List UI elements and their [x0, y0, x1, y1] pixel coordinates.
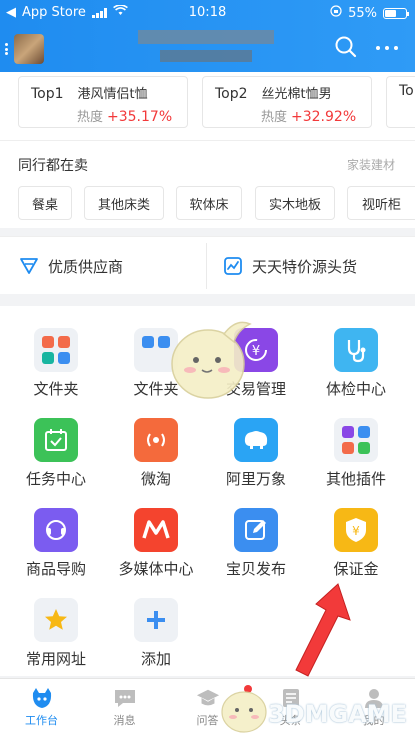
- quality-supplier-link[interactable]: 优质供应商: [18, 237, 123, 295]
- peer-chip[interactable]: 视听柜: [347, 186, 415, 220]
- app-label: 保证金: [333, 560, 379, 578]
- app-media-center[interactable]: 多媒体中心: [104, 508, 208, 579]
- media-m-icon: [134, 508, 178, 552]
- app-label: 多媒体中心: [118, 560, 194, 578]
- trend-rank: Top1: [31, 86, 64, 102]
- tab-label: 消息: [113, 714, 136, 727]
- trend-rank: Top2: [215, 86, 248, 102]
- peer-chip[interactable]: 其他床类: [84, 186, 164, 220]
- star-icon: [34, 598, 78, 642]
- app-label: 阿里万象: [225, 470, 286, 488]
- app-label: 商品导购: [25, 560, 86, 578]
- supply-section: 优质供应商 天天特价源头货: [0, 236, 415, 294]
- shop-subtitle-redacted: [160, 50, 252, 62]
- annotation-arrow-icon: [295, 583, 351, 677]
- peer-chip[interactable]: 软体床: [176, 186, 242, 220]
- app-other-plugins[interactable]: 其他插件: [304, 418, 408, 489]
- trend-chart-icon: [224, 257, 242, 275]
- shop-avatar[interactable]: [14, 34, 44, 64]
- app-label: 文件夹: [33, 380, 79, 398]
- app-label: 宝贝发布: [225, 560, 286, 578]
- app-add[interactable]: 添加: [104, 598, 208, 669]
- peers-section: 同行都在卖 家装建材 餐桌 其他床类 软体床 实木地板 视听柜: [0, 140, 415, 228]
- trend-rank: To: [399, 83, 414, 99]
- app-label: 微淘: [140, 470, 171, 488]
- trend-card-2[interactable]: Top2 丝光棉t恤男 热度 +32.92%: [202, 76, 372, 128]
- battery-percent: 55%: [348, 5, 377, 21]
- mascot-small-sticker-icon: [221, 691, 267, 733]
- app-label: 其他插件: [325, 470, 386, 488]
- watermark-text: 3DMGAME: [268, 700, 408, 728]
- daily-deal-label: 天天特价源头货: [252, 257, 358, 276]
- app-label: 添加: [140, 650, 171, 668]
- trend-heat-label: 热度: [261, 110, 288, 125]
- headset-icon: [34, 508, 78, 552]
- trend-name: 丝光棉t恤男: [261, 87, 332, 102]
- app-ali-wanxiang[interactable]: 阿里万象: [204, 418, 308, 489]
- quality-supplier-label: 优质供应商: [48, 257, 124, 276]
- graduation-cap-icon: [196, 687, 220, 709]
- shop-name-redacted: [138, 30, 274, 44]
- diamond-tag-icon: [20, 258, 38, 274]
- trend-card-3[interactable]: To: [386, 76, 415, 128]
- plugins-icon: [334, 418, 378, 462]
- stethoscope-icon: [334, 328, 378, 372]
- peer-chip[interactable]: 实木地板: [255, 186, 335, 220]
- trend-heat-label: 热度: [77, 110, 104, 125]
- status-bar: ◀ App Store 10:18 55%: [0, 0, 415, 26]
- tab-messages[interactable]: 消息: [83, 679, 166, 734]
- tab-workbench[interactable]: 工作台: [0, 679, 83, 734]
- app-label: 体检中心: [325, 380, 386, 398]
- broadcast-icon: [134, 418, 178, 462]
- message-icon: [113, 687, 137, 709]
- orientation-lock-icon: [330, 5, 342, 21]
- tab-label: 工作台: [25, 714, 58, 727]
- trend-heat-value: +35.17%: [107, 109, 173, 125]
- plus-icon: [134, 598, 178, 642]
- elephant-icon: [234, 418, 278, 462]
- app-item-publish[interactable]: 宝贝发布: [204, 508, 308, 579]
- app-weitao[interactable]: 微淘: [104, 418, 208, 489]
- peer-chip[interactable]: 餐桌: [18, 186, 72, 220]
- workbench-icon: [30, 687, 54, 709]
- search-icon[interactable]: [334, 35, 358, 59]
- header: [0, 26, 415, 72]
- mascot-sticker-icon: [171, 321, 252, 399]
- peers-title: 同行都在卖: [18, 158, 88, 174]
- svg-text:¥: ¥: [352, 524, 360, 538]
- calendar-check-icon: [34, 418, 78, 462]
- app-label: 常用网址: [25, 650, 86, 668]
- edit-icon: [234, 508, 278, 552]
- trend-heat-value: +32.92%: [291, 109, 357, 125]
- app-shopping-guide[interactable]: 商品导购: [4, 508, 108, 579]
- daily-deal-link[interactable]: 天天特价源头货: [222, 237, 357, 295]
- divider: [206, 243, 207, 289]
- peers-category[interactable]: 家装建材: [347, 156, 395, 173]
- top-bar: ◀ App Store 10:18 55%: [0, 0, 415, 72]
- app-task-center[interactable]: 任务中心: [4, 418, 108, 489]
- app-folder-1[interactable]: 文件夹: [4, 328, 108, 399]
- battery-icon: [383, 7, 409, 19]
- trend-name: 港风情侣t恤: [77, 87, 148, 102]
- more-icon[interactable]: [376, 46, 398, 52]
- app-common-urls[interactable]: 常用网址: [4, 598, 108, 669]
- shield-yen-icon: ¥: [334, 508, 378, 552]
- trend-card-1[interactable]: Top1 港风情侣t恤 热度 +35.17%: [18, 76, 188, 128]
- trending-section: Top1 港风情侣t恤 热度 +35.17% Top2 丝光棉t恤男 热度 +32.92…: [0, 72, 415, 140]
- app-deposit[interactable]: ¥ 保证金: [304, 508, 408, 579]
- folder-icon: [34, 328, 78, 372]
- side-menu-icon[interactable]: [5, 43, 8, 55]
- app-label: 任务中心: [25, 470, 86, 488]
- app-health-check[interactable]: 体检中心: [304, 328, 408, 399]
